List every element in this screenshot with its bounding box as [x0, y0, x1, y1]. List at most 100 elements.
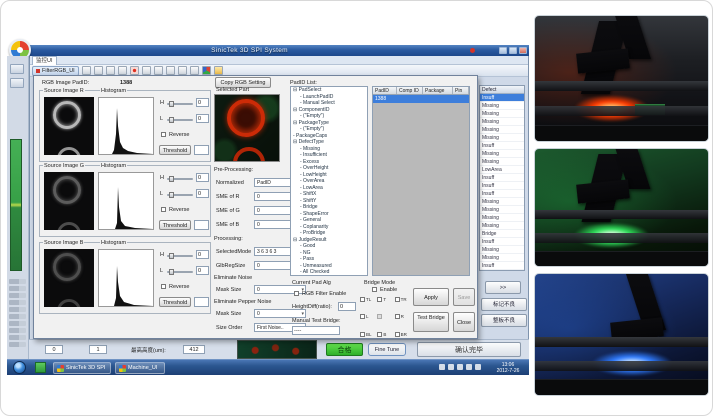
sidebar-button[interactable]	[10, 64, 24, 74]
h-slider[interactable]	[167, 255, 193, 257]
hidden-icons-arrow[interactable]	[439, 364, 445, 370]
sidebar-button[interactable]	[10, 78, 24, 88]
defect-row[interactable]: Bridge	[480, 230, 524, 238]
pad-table-header-cell[interactable]: Package	[423, 87, 453, 94]
status-field-2[interactable]: 1	[89, 345, 107, 354]
taskbar-app-spi[interactable]: SinicTek 3D SPI	[53, 362, 111, 374]
reverse-checkbox[interactable]	[161, 207, 166, 212]
rgb-filter-enable-checkbox[interactable]	[294, 291, 299, 296]
board-icon[interactable]	[166, 66, 175, 75]
more-button[interactable]: >>	[485, 281, 521, 294]
source-image-r[interactable]	[44, 97, 94, 155]
heightdiff-field[interactable]: 0	[338, 302, 356, 311]
close-dialog-button[interactable]: Close	[453, 312, 475, 332]
defect-row[interactable]: Missing	[480, 134, 524, 142]
selected-part-image[interactable]	[214, 94, 280, 162]
taskbar-app-machine[interactable]: Machine_UI	[115, 362, 165, 374]
defect-row[interactable]: Insuff	[480, 190, 524, 198]
defect-row[interactable]: Insuff	[480, 94, 524, 102]
close-button[interactable]	[519, 47, 527, 54]
h-slider[interactable]	[167, 178, 193, 180]
defect-row[interactable]: Insuff	[480, 182, 524, 190]
pad-table-header-cell[interactable]: Comp ID	[397, 87, 423, 94]
reverse-checkbox[interactable]	[161, 284, 166, 289]
l-slider[interactable]	[167, 271, 193, 273]
reverse-checkbox[interactable]	[161, 132, 166, 137]
taskbar-clock[interactable]: 13:06 2012-7-26	[489, 362, 527, 374]
defect-row[interactable]: Missing	[480, 254, 524, 262]
manual-bridge-field[interactable]: ----	[292, 326, 340, 335]
bridge-direction-checkbox[interactable]: TL	[360, 294, 377, 305]
defect-row[interactable]: Missing	[480, 246, 524, 254]
threshold-button[interactable]: Threshold	[159, 220, 191, 230]
defect-row[interactable]: Insuff	[480, 262, 524, 270]
l-value-field[interactable]: 0	[196, 266, 209, 275]
threshold-field[interactable]	[194, 220, 209, 230]
bridge-direction-checkbox[interactable]: BR	[395, 329, 412, 340]
volume-icon[interactable]	[457, 364, 463, 370]
defect-row[interactable]: Missing	[480, 110, 524, 118]
apply-button[interactable]: Apply	[413, 288, 449, 306]
defect-row[interactable]: Missing	[480, 126, 524, 134]
pad-table-header-cell[interactable]: PadID	[373, 87, 397, 94]
defect-row[interactable]: Missing	[480, 214, 524, 222]
bridge-direction-checkbox[interactable]: T	[377, 294, 394, 305]
threshold-field[interactable]	[194, 297, 209, 307]
grid-icon[interactable]	[154, 66, 163, 75]
l-slider[interactable]	[167, 194, 193, 196]
ime-icon[interactable]	[475, 364, 481, 370]
defect-row[interactable]: LowArea	[480, 166, 524, 174]
chart-icon[interactable]	[178, 66, 187, 75]
l-slider[interactable]	[167, 119, 193, 121]
defect-row[interactable]: Missing	[480, 206, 524, 214]
defect-row[interactable]: Missing	[480, 150, 524, 158]
h-slider[interactable]	[167, 103, 193, 105]
fine-tune-button[interactable]: Fine Tune	[368, 343, 406, 356]
status-field-1[interactable]: 0	[45, 345, 63, 354]
l-value-field[interactable]: 0	[196, 114, 209, 123]
rgb-icon[interactable]	[202, 66, 211, 75]
new-icon[interactable]	[82, 66, 91, 75]
defect-row[interactable]: Insuff	[480, 142, 524, 150]
save-button[interactable]: Save	[453, 288, 475, 306]
tree-item[interactable]: - All Checked	[291, 269, 367, 276]
confirm-done-button[interactable]: 确认完毕	[417, 342, 521, 357]
minimize-button[interactable]	[499, 47, 507, 54]
help-icon[interactable]	[214, 66, 223, 75]
l-value-field[interactable]: 0	[196, 189, 209, 198]
threshold-field[interactable]	[194, 145, 209, 155]
bridge-direction-checkbox[interactable]: TR	[395, 294, 412, 305]
pad-table-selected-row[interactable]: 1388	[373, 95, 469, 103]
defect-row[interactable]: Missing	[480, 158, 524, 166]
bridge-direction-checkbox[interactable]: R	[395, 312, 412, 323]
bridge-direction-checkbox[interactable]: BL	[360, 329, 377, 340]
camera-icon[interactable]	[142, 66, 151, 75]
defect-row[interactable]: Missing	[480, 222, 524, 230]
threshold-button[interactable]: Threshold	[159, 297, 191, 307]
filter-rgb-chip[interactable]: FilterRGB_UI	[32, 66, 79, 76]
threshold-button[interactable]: Threshold	[159, 145, 191, 155]
defect-row[interactable]: Missing	[480, 102, 524, 110]
start-button[interactable]	[13, 361, 26, 374]
source-image-g[interactable]	[44, 172, 94, 230]
defect-row[interactable]: Insuff	[480, 238, 524, 246]
zoom-icon[interactable]	[118, 66, 127, 75]
pass-button[interactable]: 合格	[326, 343, 363, 356]
tab-monitor-ui[interactable]: 监控UI	[32, 56, 57, 65]
h-value-field[interactable]: 0	[196, 98, 209, 107]
mask-size-select[interactable]: 0	[254, 309, 306, 318]
pcb-thumbnail[interactable]	[237, 340, 317, 359]
network-icon[interactable]	[448, 364, 454, 370]
wrench-icon[interactable]	[190, 66, 199, 75]
test-bridge-button[interactable]: Test Bridge	[413, 312, 449, 332]
bridge-direction-checkbox[interactable]: B	[377, 329, 394, 340]
defect-row[interactable]: Missing	[480, 198, 524, 206]
h-value-field[interactable]: 0	[196, 250, 209, 259]
pad-table-header-cell[interactable]: Pin	[453, 87, 469, 94]
open-icon[interactable]	[94, 66, 103, 75]
defect-row[interactable]: Missing	[480, 118, 524, 126]
flag-icon[interactable]	[466, 364, 472, 370]
h-value-field[interactable]: 0	[196, 173, 209, 182]
maximize-button[interactable]	[509, 47, 517, 54]
bridge-direction-checkbox[interactable]: L	[360, 312, 377, 323]
